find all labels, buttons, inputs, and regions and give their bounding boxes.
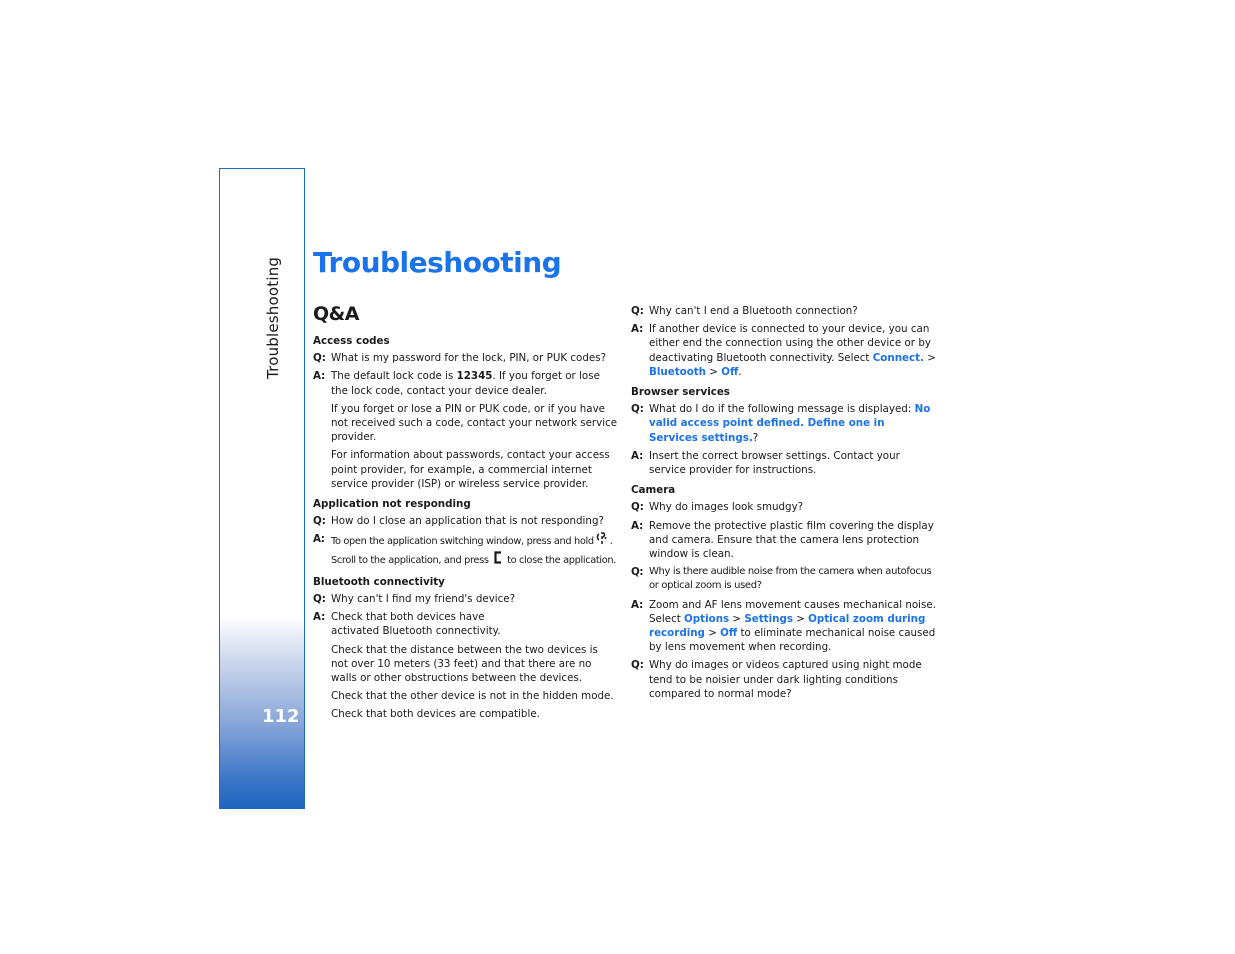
chapter-sidebar: Troubleshooting 112 [219,168,305,809]
answer-text: Check that the distance between the two … [331,643,598,685]
section-heading-app-not-responding: Application not responding [313,498,471,511]
clear-key-icon [493,551,502,569]
a-mark: A: [631,323,644,336]
path-separator: > [704,627,721,640]
answer-text: The default lock code is 12345. If you f… [331,369,618,397]
answer-text-part: . [738,365,742,378]
answer-text-part: The default lock code is [331,370,457,383]
a-mark: A: [631,598,644,611]
right-column: Q: Why can't I end a Bluetooth connectio… [631,304,936,705]
menu-path-settings: Settings [744,612,793,625]
answer-text: Check that both devices are compatible. [331,708,540,721]
question: Q: How do I close an application that is… [313,514,618,528]
path-separator: > [729,612,745,625]
q-mark: Q: [631,403,644,416]
a-mark: A: [313,370,326,383]
question-text: Why do images or videos captured using n… [649,659,922,700]
answer-text: Check that the other device is not in th… [331,690,614,703]
answer-text: Check that both devices have activated B… [331,611,501,638]
section-heading-camera: Camera [631,484,676,497]
path-separator: > [706,365,722,378]
path-separator: > [923,351,936,364]
q-mark: Q: [313,515,326,528]
answer-text: If another device is connected to your d… [649,322,936,379]
page-title: Troubleshooting [313,246,562,279]
question-text: What do I do if the following message is… [649,402,936,445]
answer-text: For information about passwords, contact… [331,449,610,490]
question-text-part: ? [752,431,759,444]
q-mark: Q: [631,566,644,579]
answer: A: The default lock code is 12345. If yo… [313,369,618,491]
answer: A: Remove the protective plastic film co… [631,519,936,562]
q-mark: Q: [631,305,644,317]
answer: A: Insert the correct browser settings. … [631,449,936,477]
menu-path-connect: Connect. [872,351,924,364]
question-text: Why can't I end a Bluetooth connection? [649,305,858,317]
path-separator: > [792,612,809,625]
section-title: Q&A [313,303,359,325]
section-heading-browser: Browser services [631,386,730,399]
answer: A: To open the application switching win… [313,532,618,568]
answer-text: Insert the correct browser settings. Con… [649,449,900,477]
question-text: Why can't I find my friend's device? [331,593,516,606]
answer: A: Check that both devices have activate… [313,610,618,721]
question: Q: Why is there audible noise from the c… [631,565,936,593]
answer: A: Zoom and AF lens movement causes mech… [631,598,936,655]
question: Q: Why can't I find my friend's device? [313,592,618,606]
question: Q: What is my password for the lock, PIN… [313,351,618,365]
answer-text-part: To open the application switching window… [331,536,594,548]
a-mark: A: [631,449,644,462]
chapter-label: Troubleshooting [264,256,282,379]
menu-path-options: Options [684,612,730,625]
question-text-part: What do I do if the following message is… [649,403,915,416]
answer-text: Remove the protective plastic film cover… [649,519,934,561]
menu-path-off: Off [720,627,738,640]
question-text: Why is there audible noise from the came… [649,566,932,592]
answer-text: To open the application switching window… [331,532,618,568]
answer-text-part: to close the application. [507,554,617,566]
menu-path-bluetooth: Bluetooth [649,365,707,378]
menu-key-icon [596,532,608,550]
q-mark: Q: [313,593,326,606]
answer-text: Zoom and AF lens movement causes mechani… [649,598,936,655]
menu-path-off: Off [721,365,739,378]
question-text: Why do images look smudgy? [649,501,804,514]
section-heading-bluetooth: Bluetooth connectivity [313,575,445,588]
q-mark: Q: [313,352,326,365]
question-text: What is my password for the lock, PIN, o… [331,352,607,365]
a-mark: A: [631,519,644,532]
section-heading-access-codes: Access codes [313,335,390,347]
question: Q: What do I do if the following message… [631,402,936,445]
page-number: 112 [262,706,300,727]
a-mark: A: [313,611,326,624]
q-mark: Q: [631,659,644,672]
answer-text: If you forget or lose a PIN or PUK code,… [331,402,618,444]
question: Q: Why do images look smudgy? [631,500,936,514]
left-column: Access codes Q: What is my password for … [313,334,618,726]
question: Q: Why do images or videos captured usin… [631,658,936,701]
q-mark: Q: [631,501,644,514]
question-text: How do I close an application that is no… [331,515,604,528]
default-lock-code: 12345 [456,370,493,383]
question: Q: Why can't I end a Bluetooth connectio… [631,304,936,318]
a-mark: A: [313,533,325,546]
answer: A: If another device is connected to you… [631,322,936,379]
